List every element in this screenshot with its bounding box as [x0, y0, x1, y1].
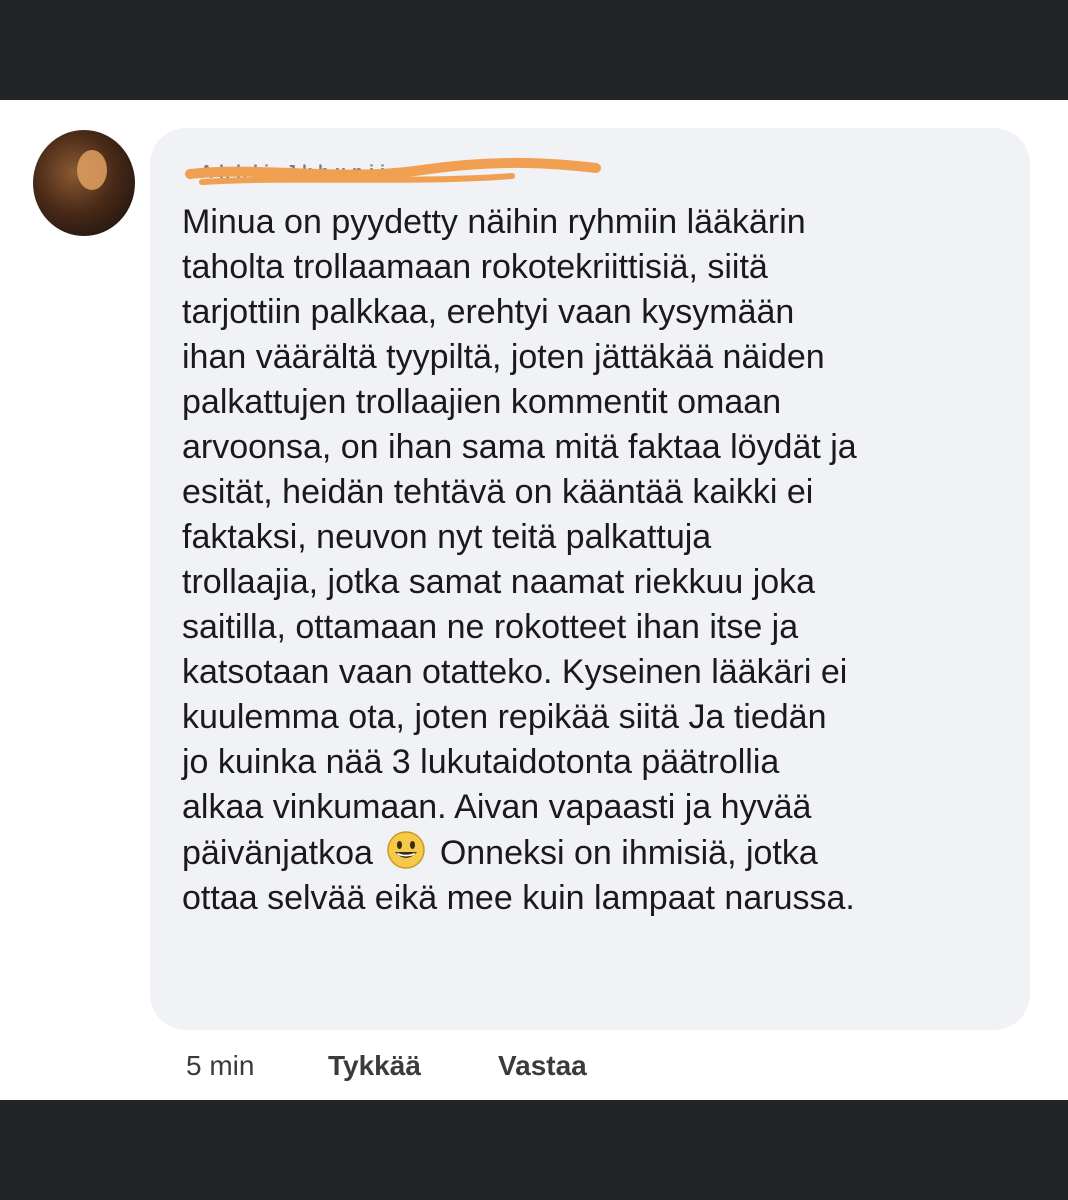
bottom-frame-bar	[0, 1100, 1068, 1200]
comment-line: taholta trollaamaan rokotekriittisiä, si…	[182, 248, 768, 286]
comment-line: faktaksi, neuvon nyt teitä palkattuja	[182, 518, 712, 556]
comment-line: ihan väärältä tyypiltä, joten jättäkää n…	[182, 338, 825, 376]
comment-line-part: Onneksi on ihmisiä, jotka	[439, 834, 818, 872]
comment-line: alkaa vinkumaan. Aivan vapaasti ja hyvää	[182, 788, 812, 826]
comment-line: esität, heidän tehtävä on kääntää kaikki…	[182, 473, 814, 511]
avatar-redaction	[77, 150, 107, 190]
comment-line: katsotaan vaan otatteko. Kyseinen lääkär…	[182, 653, 848, 691]
comment-line: jo kuinka nää 3 lukutaidotonta päätrolli…	[182, 743, 780, 781]
comment-text: Minua on pyydetty näihin ryhmiin lääkäri…	[182, 200, 1012, 921]
comment-line: Minua on pyydetty näihin ryhmiin lääkäri…	[182, 203, 806, 241]
reply-button[interactable]: Vastaa	[498, 1050, 587, 1082]
comment-line: arvoonsa, on ihan sama mitä faktaa löydä…	[182, 428, 857, 466]
grinning-face-icon	[387, 831, 426, 869]
comment-line: tarjottiin palkkaa, erehtyi vaan kysymää…	[182, 293, 795, 331]
comment-line: trollaajia, jotka samat naamat riekkuu j…	[182, 563, 816, 601]
comment-line: ottaa selvää eikä mee kuin lampaat narus…	[182, 879, 855, 917]
comment-line: kuulemma ota, joten repikää siitä Ja tie…	[182, 698, 827, 736]
like-button[interactable]: Tykkää	[328, 1050, 421, 1082]
top-frame-bar	[0, 0, 1068, 100]
comment-timestamp[interactable]: 5 min	[186, 1050, 254, 1082]
comment-line: saitilla, ottamaan ne rokotteet ihan its…	[182, 608, 799, 646]
comment-line: palkattujen trollaajien kommentit omaan	[182, 383, 782, 421]
comment-line-part: päivänjatkoa	[182, 834, 373, 872]
author-redaction-scribble	[185, 157, 601, 185]
avatar[interactable]	[33, 130, 135, 236]
comment-line: päivänjatkoa Onneksi on ihmisiä, jotka	[182, 830, 1012, 876]
comment-bubble: Ahhli Jkhunjin Minua on pyydetty näihin …	[150, 128, 1030, 1030]
